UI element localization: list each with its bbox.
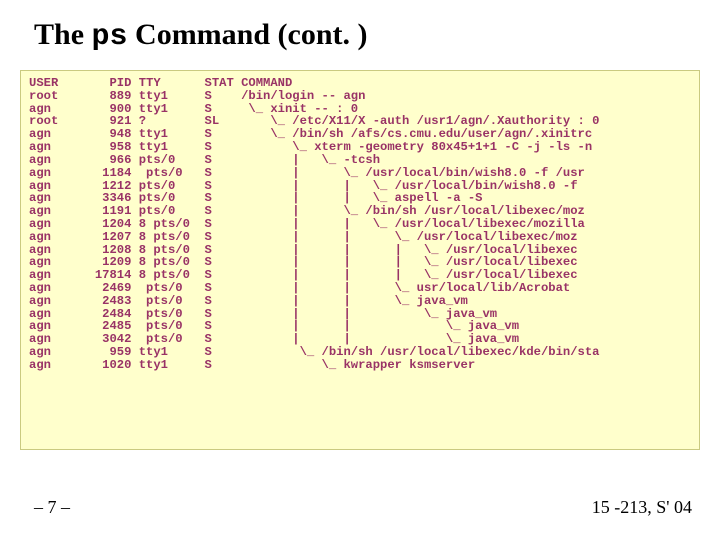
title-text-post: Command (cont. ) <box>128 18 368 51</box>
slide-title: The ps Command (cont. ) <box>0 0 720 60</box>
title-mono: ps <box>92 20 128 54</box>
ps-output: USER PID TTY STAT COMMAND root 889 tty1 … <box>29 77 691 372</box>
course-label: 15 -213, S' 04 <box>592 497 692 518</box>
title-text-pre: The <box>34 18 92 51</box>
slide: The ps Command (cont. ) USER PID TTY STA… <box>0 0 720 540</box>
page-number: – 7 – <box>34 497 70 518</box>
code-box: USER PID TTY STAT COMMAND root 889 tty1 … <box>20 70 700 450</box>
